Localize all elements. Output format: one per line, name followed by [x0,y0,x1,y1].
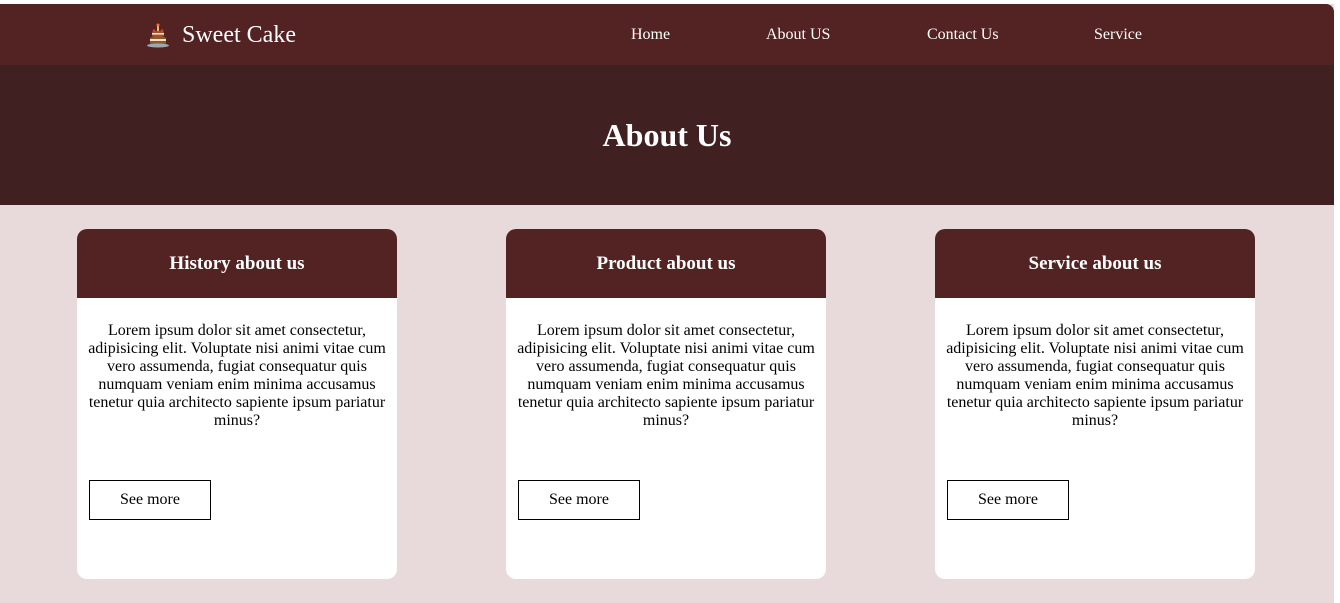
page: Sweet Cake Home About US Contact Us Serv… [0,0,1334,603]
brand-link[interactable]: Sweet Cake [145,4,296,65]
cake-icon [145,22,171,48]
card-text: Lorem ipsum dolor sit amet consectetur, … [946,322,1244,429]
card-title: Service about us [935,229,1255,298]
page-title: About Us [602,116,732,153]
brand-name: Sweet Cake [182,21,296,48]
navbar: Sweet Cake Home About US Contact Us Serv… [0,4,1334,65]
history-card: History about us Lorem ipsum dolor sit a… [77,229,397,579]
nav-home-link[interactable]: Home [631,4,670,65]
card-text: Lorem ipsum dolor sit amet consectetur, … [517,322,815,429]
nav-service-link[interactable]: Service [1094,4,1142,65]
see-more-button[interactable]: See more [947,480,1069,520]
card-title: History about us [77,229,397,298]
nav-contact-link[interactable]: Contact Us [927,4,999,65]
right-edge [1334,0,1340,603]
hero-banner: About Us [0,65,1334,205]
product-card: Product about us Lorem ipsum dolor sit a… [506,229,826,579]
see-more-button[interactable]: See more [89,480,211,520]
card-title: Product about us [506,229,826,298]
nav-about-link[interactable]: About US [766,4,830,65]
service-card: Service about us Lorem ipsum dolor sit a… [935,229,1255,579]
card-text: Lorem ipsum dolor sit amet consectetur, … [88,322,386,429]
see-more-button[interactable]: See more [518,480,640,520]
